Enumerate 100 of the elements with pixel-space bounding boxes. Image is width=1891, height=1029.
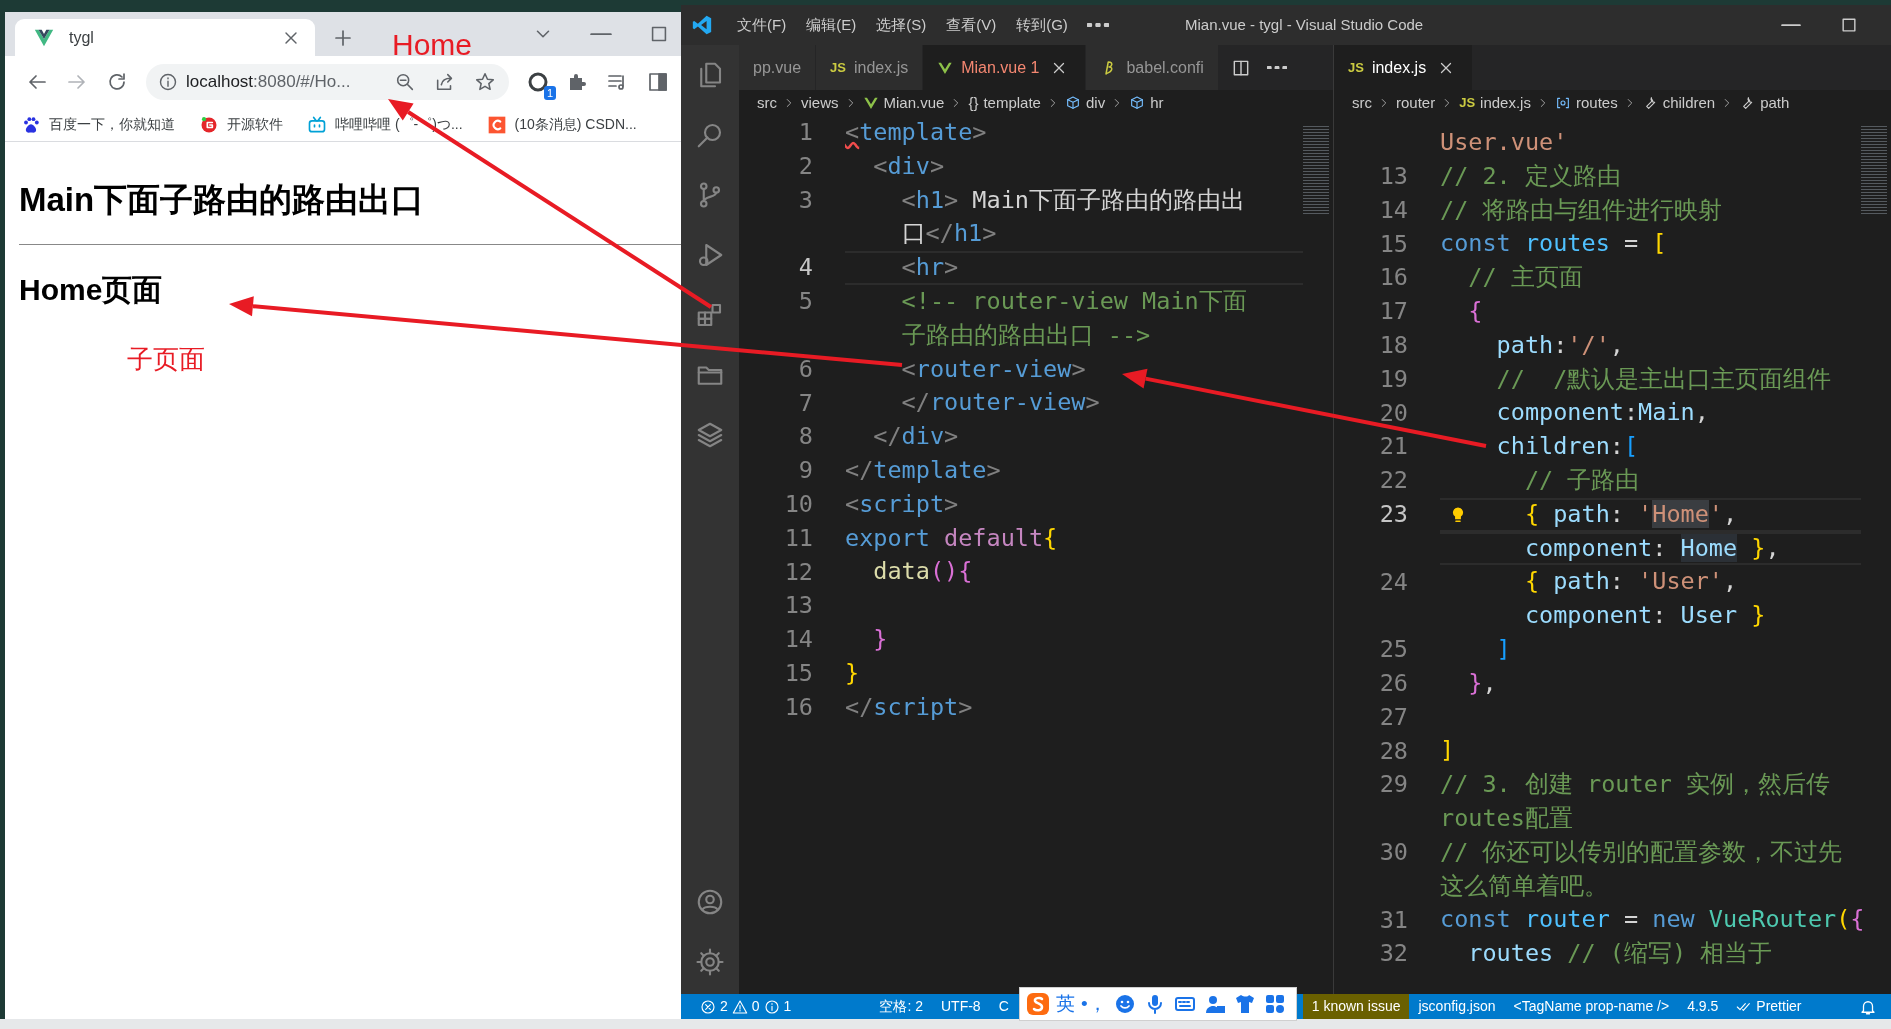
line-number: 23 [1378,499,1408,531]
status-item[interactable]: 4.9.5 [1678,994,1728,1019]
status-item[interactable]: UTF-8 [931,994,990,1019]
line-number: 15 [783,658,813,690]
status-item[interactable]: C [989,994,1018,1019]
g-logo-icon [199,114,219,135]
settings-icon [695,947,725,977]
code-line: 这么简单着吧。 [1440,870,1609,902]
line-number: 11 [783,522,813,554]
breadcrumb[interactable]: children [1641,91,1716,115]
paw-icon [21,114,41,135]
braces-symbol: {} [968,92,979,113]
menu-item[interactable]: 编辑(E) [796,13,867,37]
editor-tab[interactable]: pp.vue [739,45,817,90]
line-number: 19 [1378,363,1408,395]
line-number: 31 [1378,904,1408,936]
array-icon [1554,95,1571,111]
breadcrumb[interactable]: div [1064,91,1106,115]
code-line: 子路由的路由出口 --> [900,319,1152,351]
line-number: 22 [1378,465,1408,497]
problems-status[interactable]: 2 0 1 [691,994,801,1019]
code-line: { path: 'Home', [1440,497,1861,532]
code-line: // 主页面 [1467,262,1584,294]
punctuation-mode[interactable]: •， [1081,989,1107,1019]
code-line: // 你还可以传别的配置参数，不过先 [1440,836,1844,868]
code-line: ] [1495,633,1512,665]
code-line: // 子路由 [1523,464,1641,496]
file-type-label: JS [1459,94,1476,113]
browser-tab[interactable]: tygl [15,19,315,56]
annotation-text: Home [392,27,473,63]
editor-tab[interactable]: babel.confi [1086,45,1219,90]
menu-item[interactable]: 转到(G) [1006,13,1078,37]
breadcrumb[interactable]: views [801,91,839,115]
code-line: <h1> Main下面子路由的路由出 [900,184,1246,216]
code-line: </template> [845,454,1002,486]
breadcrumb[interactable]: routes [1554,91,1618,115]
editor-tab[interactable]: JS index.js [816,45,924,90]
code-line: // /默认是主出口主页面组件 [1495,363,1833,395]
code-line: path:'/', [1495,329,1625,361]
breadcrumb[interactable]: src [757,91,777,115]
line-number: 5 [797,286,813,318]
extension-button[interactable]: 1 [522,66,554,98]
code-line: <!-- router-view Main下面 [900,286,1248,317]
status-item[interactable]: 1 known issue [1302,994,1410,1019]
breadcrumb[interactable]: path [1739,91,1790,115]
code-line: const router = new VueRouter({ [1440,904,1866,936]
bookmark[interactable]: 百度一下，你就知道 [21,114,175,135]
line-number: 24 [1378,566,1408,598]
breadcrumb[interactable]: src [1352,91,1372,115]
breadcrumb[interactable]: hr [1129,91,1164,115]
line-number: 17 [1378,296,1408,328]
url-text: localhost:8080/#/Ho... [186,71,352,94]
code-line: <router-view> [900,353,1087,385]
bookmark[interactable]: (10条消息) CSDN... [486,114,637,135]
editor-tab[interactable]: JS index.js [1334,45,1474,90]
line-number: 27 [1378,701,1408,733]
activity-button[interactable] [694,947,726,977]
line-number: 29 [1378,769,1408,801]
code-line: // 2. 定义路由 [1440,160,1622,192]
c-logo-icon [486,114,507,135]
line-number: 10 [783,489,813,521]
address-bar[interactable]: localhost:8080/#/Ho... [146,64,509,100]
tab-title: tygl [69,27,95,48]
breadcrumb[interactable]: JS index.js [1459,91,1531,115]
line-number: 3 [797,184,813,216]
breadcrumb[interactable]: Mian.vue [862,91,945,115]
status-item[interactable]: 空格: 2 [870,994,932,1019]
status-item[interactable]: Prettier [1727,994,1811,1019]
code-line: { [1467,296,1484,327]
menu-item[interactable]: 选择(S) [866,13,937,37]
annotation-text: 子页面 [127,343,205,376]
line-number: 12 [783,556,813,588]
line-number: 9 [797,455,813,487]
minimize-icon [590,32,612,36]
code-line: }, [1467,667,1498,699]
menu-item[interactable]: 文件(F) [727,13,797,37]
line-number: 30 [1378,837,1408,868]
line-number: 16 [783,691,813,723]
account-icon [695,887,725,917]
code-line: // 将路由与组件进行映射 [1440,194,1724,226]
status-item[interactable]: <TagName prop-name /> [1504,994,1679,1019]
bookmark[interactable]: 开源软件 [199,114,283,135]
breadcrumb[interactable]: {} template [968,91,1041,115]
info-icon [158,72,178,92]
editor-tab[interactable]: Mian.vue 1 [923,45,1087,90]
line-number: 14 [1378,194,1408,226]
code-line: // 3. 创建 router 实例，然后传 [1440,769,1832,801]
file-type-label: JS [830,58,846,77]
ime-mode[interactable]: 英 [1056,989,1075,1019]
code-line: <template> [845,117,988,148]
breadcrumb[interactable]: router [1396,91,1436,115]
line-number: 2 [797,151,813,183]
code-line: User.vue' [1440,127,1569,158]
warning-icon [731,998,748,1015]
code-line: export default{ [845,522,1059,554]
v-file-icon [862,95,879,111]
code-line: data(){ [872,556,974,588]
menu-item[interactable]: 查看(V) [936,13,1007,37]
code-line: <hr> [845,251,1303,285]
status-item[interactable]: jsconfig.json [1409,994,1505,1019]
